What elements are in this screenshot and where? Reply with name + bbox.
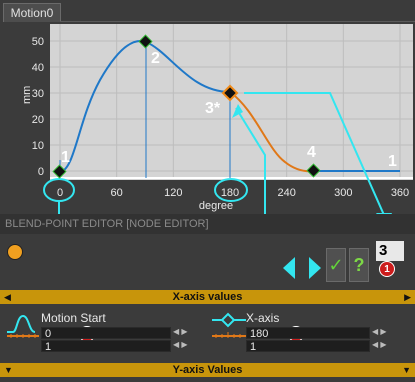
blend-editor-panel: ✓ ? 3 1 xyxy=(0,234,415,290)
badge-1: 1 xyxy=(379,261,395,277)
x-tick-label: 300 xyxy=(334,187,352,199)
x-tick-label: 60 xyxy=(111,187,123,199)
x-tick-label: 120 xyxy=(164,187,182,199)
y-tick-label: 10 xyxy=(32,140,44,152)
y-tick-label: 40 xyxy=(32,62,44,74)
y-axis-label: mm xyxy=(21,86,33,104)
x-axis-values-title: X-axis values xyxy=(172,291,243,303)
collapse-right-icon[interactable]: ▶ xyxy=(404,290,411,304)
help-button[interactable]: ? xyxy=(349,248,369,282)
prev-next-point-icon[interactable] xyxy=(283,256,323,280)
x-axis-unit-field[interactable]: 1 xyxy=(246,340,370,353)
y-tick-label: 0 xyxy=(38,166,44,178)
motion-start-unit-field[interactable]: 1 xyxy=(41,340,171,353)
y-axis-values-title: Y-axis Values xyxy=(172,364,243,376)
motion-start-unit-spinner-icon[interactable]: ◀ ▶ xyxy=(173,340,188,349)
collapse-left-icon[interactable]: ◀ xyxy=(4,290,11,304)
point-number-field[interactable]: 3 xyxy=(376,241,404,261)
point-label-3: 3* xyxy=(205,100,221,117)
expand-right-icon[interactable]: ▼ xyxy=(402,363,411,377)
motion-start-value-field[interactable]: 0 xyxy=(41,327,171,340)
motion-start-spinner-icon[interactable]: ◀ ▶ xyxy=(173,327,188,336)
expand-left-icon[interactable]: ▼ xyxy=(4,363,13,377)
point-label-1: 1 xyxy=(61,149,70,166)
x-axis-value-field[interactable]: 180 xyxy=(246,327,370,340)
x-axis-values-bar[interactable]: ◀ X-axis values ▶ xyxy=(0,290,415,304)
prev-point-icon[interactable] xyxy=(283,257,295,279)
apply-button[interactable]: ✓ xyxy=(326,248,346,282)
motion-start-label: Motion Start xyxy=(41,311,106,325)
x-tick-label: 0 xyxy=(57,187,63,199)
y-tick-label: 50 xyxy=(32,36,44,48)
x-axis-icon xyxy=(212,312,246,338)
x-tick-label: 180 xyxy=(221,187,239,199)
x-axis-spinner-icon[interactable]: ◀ ▶ xyxy=(372,327,387,336)
blend-editor-header: BLEND-POINT EDITOR [NODE EDITOR] xyxy=(0,214,415,234)
next-point-icon[interactable] xyxy=(309,257,321,279)
motion-graph[interactable]: 01020304050 0 60 120 180 240 300 360 mm degree… xyxy=(0,0,415,214)
x-tick-label: 360 xyxy=(391,187,409,199)
y-tick-label: 20 xyxy=(32,114,44,126)
motion-start-icon xyxy=(7,314,39,338)
x-axis-values-panel: Motion Start 2 0 1 ◀ ▶ ◀ ▶ X-axis 3 180 … xyxy=(0,304,415,363)
point-label-4: 4 xyxy=(307,144,316,161)
point-label-5: 1 xyxy=(388,153,397,170)
x-axis-label-text: X-axis xyxy=(246,311,280,325)
status-indicator-icon xyxy=(7,244,23,260)
point-label-2: 2 xyxy=(151,50,160,67)
y-axis-values-bar[interactable]: ▼ Y-axis Values ▼ xyxy=(0,363,415,377)
y-tick-label: 30 xyxy=(32,88,44,100)
x-tick-label: 240 xyxy=(277,187,295,199)
x-axis-unit-spinner-icon[interactable]: ◀ ▶ xyxy=(372,340,387,349)
